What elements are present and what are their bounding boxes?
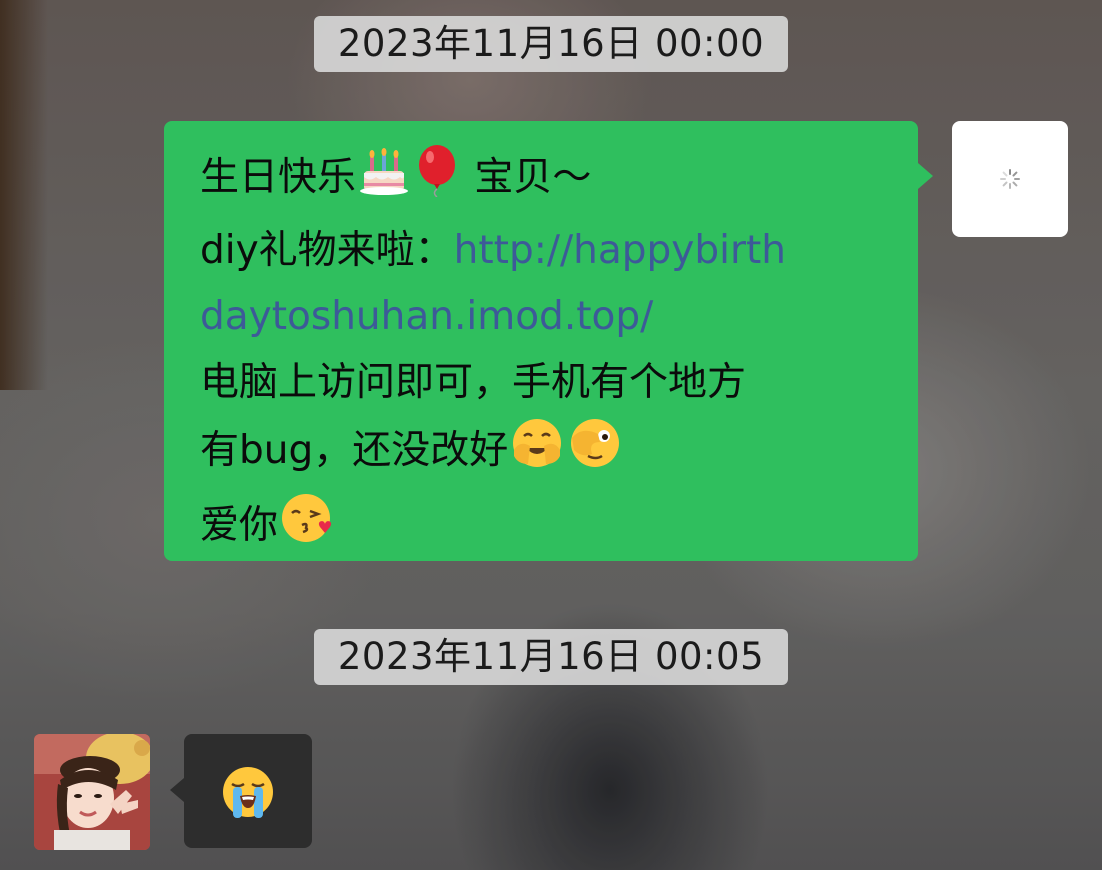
loading-spinner-icon <box>1000 169 1020 189</box>
timestamp-chip: 2023年11月16日 00:00 <box>314 16 788 72</box>
message-text: 有bug，还没改好 <box>200 428 509 473</box>
message-text: diy礼物来啦： <box>200 228 454 273</box>
message-text: 宝贝～ <box>474 155 592 200</box>
self-avatar[interactable] <box>952 121 1068 237</box>
chat-screen: 2023年11月16日 00:00 生日快乐 宝贝～ diy礼物来啦：http:… <box>0 0 1102 870</box>
face-with-peeking-eye-icon <box>568 416 622 491</box>
message-line-5: 有bug，还没改好 <box>200 416 898 491</box>
received-bubble-tail <box>170 778 184 802</box>
birthday-link-continued[interactable]: daytoshuhan.imod.top/ <box>200 294 653 339</box>
loudly-crying-face-icon <box>223 767 273 818</box>
message-line-4: 电脑上访问即可，手机有个地方 <box>200 350 898 416</box>
contact-avatar[interactable] <box>34 734 150 850</box>
sent-message-bubble[interactable]: 生日快乐 宝贝～ diy礼物来啦：http://happybirth dayto… <box>164 121 918 561</box>
sent-bubble-tail <box>918 163 933 189</box>
face-blowing-kiss-icon <box>280 491 336 566</box>
message-line-2: diy礼物来啦：http://happybirth <box>200 218 898 284</box>
message-text: 爱你 <box>200 503 279 548</box>
birthday-cake-icon <box>358 147 410 218</box>
message-line-6: 爱你 <box>200 491 898 566</box>
message-text: 生日快乐 <box>200 155 357 200</box>
message-text: 电脑上访问即可，手机有个地方 <box>200 360 747 405</box>
birthday-link[interactable]: http://happybirth <box>454 228 786 273</box>
timestamp-chip: 2023年11月16日 00:05 <box>314 629 788 685</box>
message-line-1: 生日快乐 宝贝～ <box>200 145 898 218</box>
message-line-3: daytoshuhan.imod.top/ <box>200 284 898 350</box>
contact-avatar-image <box>34 734 150 850</box>
face-holding-back-tears-icon <box>510 416 564 491</box>
received-message-bubble[interactable] <box>184 734 312 848</box>
balloon-icon <box>414 145 460 218</box>
